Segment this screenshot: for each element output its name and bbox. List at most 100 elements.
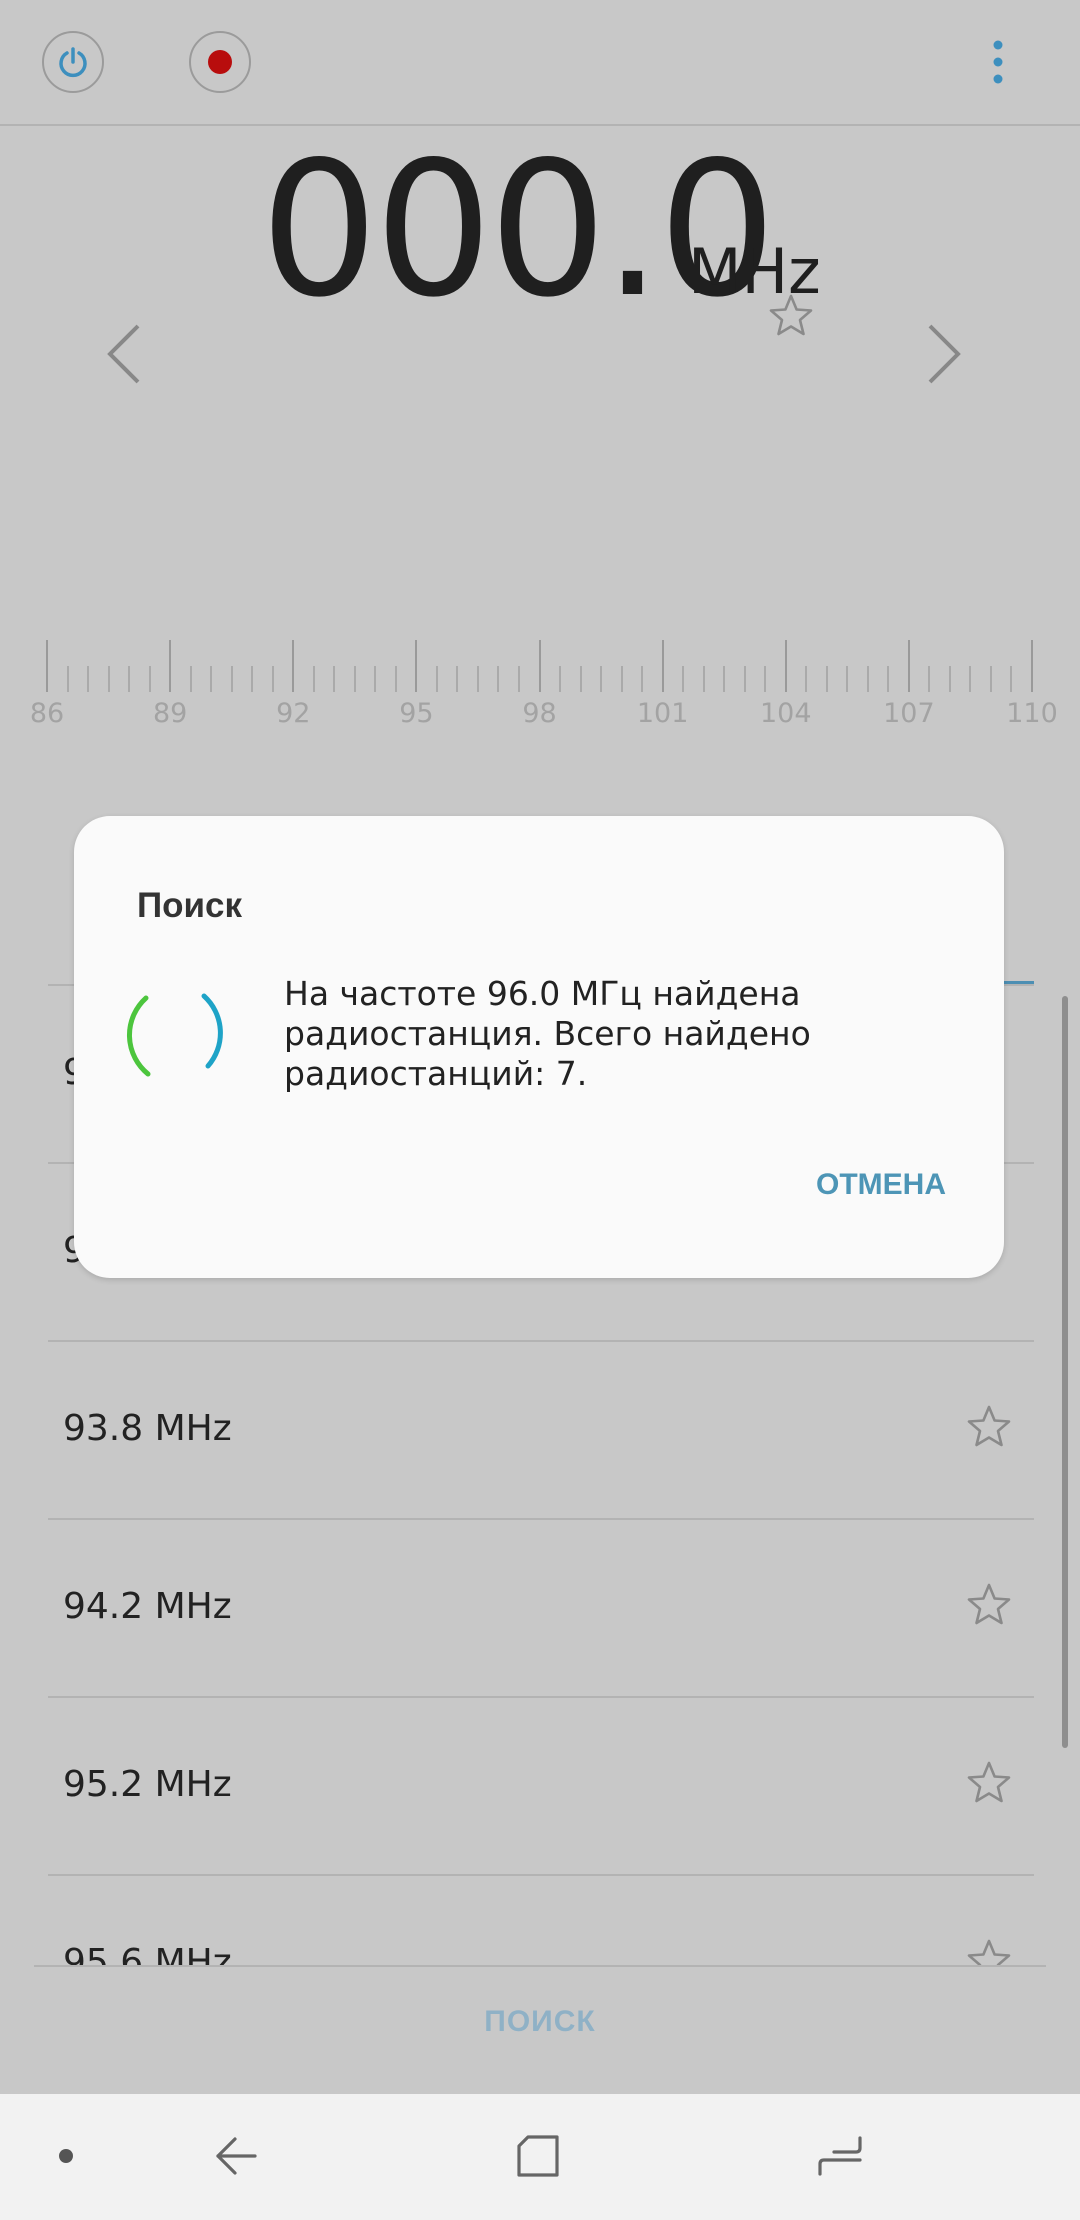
scale-minor-tick bbox=[743, 666, 746, 692]
scale-tick-label: 98 bbox=[522, 698, 557, 729]
list-item[interactable]: 95.6 MHz bbox=[48, 1874, 1034, 1966]
scale-tick-label: 86 bbox=[29, 698, 65, 729]
scale-minor-tick bbox=[394, 666, 397, 692]
scale-minor-tick bbox=[107, 666, 110, 692]
favorite-toggle[interactable] bbox=[966, 1404, 1012, 1453]
scale-major-tick bbox=[1031, 640, 1033, 692]
home-icon bbox=[517, 2135, 559, 2177]
scale-minor-tick bbox=[189, 666, 192, 692]
scale-major-tick bbox=[907, 640, 910, 692]
scale-major-tick bbox=[784, 640, 787, 692]
scale-minor-tick bbox=[682, 666, 685, 692]
back-button[interactable] bbox=[206, 2128, 266, 2184]
scale-minor-tick bbox=[969, 666, 972, 692]
scale-major-tick bbox=[538, 640, 541, 692]
star-outline-icon bbox=[967, 1761, 1011, 1803]
scale-minor-tick bbox=[846, 666, 849, 692]
favorite-button[interactable] bbox=[768, 293, 814, 342]
scale-minor-tick bbox=[128, 666, 131, 692]
scale-minor-tick bbox=[702, 666, 705, 692]
recent-apps-button[interactable] bbox=[810, 2126, 870, 2186]
scale-minor-tick bbox=[559, 666, 562, 692]
scale-minor-tick bbox=[887, 666, 890, 692]
chevron-right-icon bbox=[928, 324, 961, 384]
scale-minor-tick bbox=[333, 666, 336, 692]
scale-minor-tick bbox=[948, 666, 951, 692]
scale-minor-tick bbox=[805, 666, 808, 692]
scale-minor-tick bbox=[251, 666, 254, 692]
top-bar bbox=[0, 0, 1080, 126]
more-options-button[interactable] bbox=[970, 34, 1026, 90]
scale-minor-tick bbox=[764, 666, 767, 692]
list-item[interactable]: 95.2 MHz bbox=[48, 1696, 1034, 1876]
recent-apps-icon bbox=[818, 2136, 862, 2176]
scale-tick-label: 104 bbox=[759, 698, 812, 729]
back-icon bbox=[216, 2137, 257, 2175]
scale-minor-tick bbox=[620, 666, 623, 692]
scale-major-tick bbox=[661, 640, 664, 692]
scale-minor-tick bbox=[989, 666, 992, 692]
scale-tick-label: 92 bbox=[276, 698, 311, 729]
scale-major-tick bbox=[415, 640, 418, 692]
scale-minor-tick bbox=[600, 666, 603, 692]
star-outline-icon bbox=[967, 1405, 1011, 1447]
scale-minor-tick bbox=[148, 666, 151, 692]
nav-dot-button[interactable] bbox=[46, 2136, 86, 2176]
search-dialog: Поиск На частоте 96.0 МГц найдена радиос… bbox=[74, 816, 1004, 1278]
scale-minor-tick bbox=[271, 666, 274, 692]
scale-minor-tick bbox=[66, 666, 69, 692]
scale-major-tick bbox=[46, 640, 48, 692]
power-icon bbox=[59, 47, 87, 78]
divider bbox=[34, 1965, 1046, 1967]
scale-minor-tick bbox=[353, 666, 356, 692]
scale-tick-label: 107 bbox=[883, 698, 935, 729]
chevron-left-icon bbox=[107, 324, 140, 384]
scale-tick-label: 101 bbox=[636, 698, 689, 729]
scale-major-tick bbox=[169, 640, 172, 692]
search-button[interactable]: ПОИСК bbox=[440, 2005, 640, 2055]
station-label: 95.2 MHz bbox=[63, 1764, 232, 1805]
scale-minor-tick bbox=[1010, 666, 1013, 692]
list-item[interactable]: 93.8 MHz bbox=[48, 1340, 1034, 1520]
scale-minor-tick bbox=[928, 666, 931, 692]
star-outline-icon bbox=[967, 1583, 1011, 1625]
list-scrollbar[interactable] bbox=[1062, 996, 1068, 1748]
record-button[interactable] bbox=[189, 31, 251, 93]
next-frequency-button[interactable] bbox=[924, 322, 964, 391]
scale-minor-tick bbox=[435, 666, 438, 692]
star-outline-icon bbox=[769, 294, 813, 336]
record-icon bbox=[208, 50, 232, 74]
scale-minor-tick bbox=[497, 666, 500, 692]
scale-minor-tick bbox=[230, 666, 233, 692]
scale-minor-tick bbox=[579, 666, 582, 692]
scale-major-tick bbox=[292, 640, 295, 692]
scale-minor-tick bbox=[517, 666, 520, 692]
scale-minor-tick bbox=[312, 666, 315, 692]
favorite-toggle[interactable] bbox=[966, 1760, 1012, 1809]
scale-minor-tick bbox=[87, 666, 90, 692]
scale-minor-tick bbox=[723, 666, 726, 692]
scale-tick-label: 89 bbox=[152, 698, 188, 729]
loading-spinner bbox=[122, 988, 242, 1093]
cancel-button[interactable]: ОТМЕНА bbox=[816, 1168, 946, 1202]
navigation-bar bbox=[0, 2094, 1080, 2220]
dot-icon bbox=[59, 2149, 73, 2163]
scale-minor-tick bbox=[825, 666, 828, 692]
spinner-icon bbox=[126, 993, 223, 1077]
station-label: 93.8 MHz bbox=[63, 1408, 232, 1449]
favorite-toggle[interactable] bbox=[966, 1582, 1012, 1631]
favorite-toggle[interactable] bbox=[966, 1938, 1012, 1966]
prev-frequency-button[interactable] bbox=[104, 322, 144, 391]
scale-tick-label: 95 bbox=[399, 698, 434, 729]
dialog-message: На частоте 96.0 МГц найдена радиостанция… bbox=[284, 974, 811, 1093]
dialog-title: Поиск bbox=[137, 886, 243, 925]
station-label: 94.2 MHz bbox=[63, 1586, 232, 1627]
scale-minor-tick bbox=[866, 666, 869, 692]
frequency-scale[interactable]: 86 89 92 95 98 101 104 107 110 bbox=[0, 636, 1080, 736]
home-button[interactable] bbox=[508, 2126, 568, 2186]
list-item[interactable]: 94.2 MHz bbox=[48, 1518, 1034, 1698]
scale-minor-tick bbox=[476, 666, 479, 692]
scale-minor-tick bbox=[456, 666, 459, 692]
power-button[interactable] bbox=[42, 31, 104, 93]
scale-minor-tick bbox=[210, 666, 213, 692]
